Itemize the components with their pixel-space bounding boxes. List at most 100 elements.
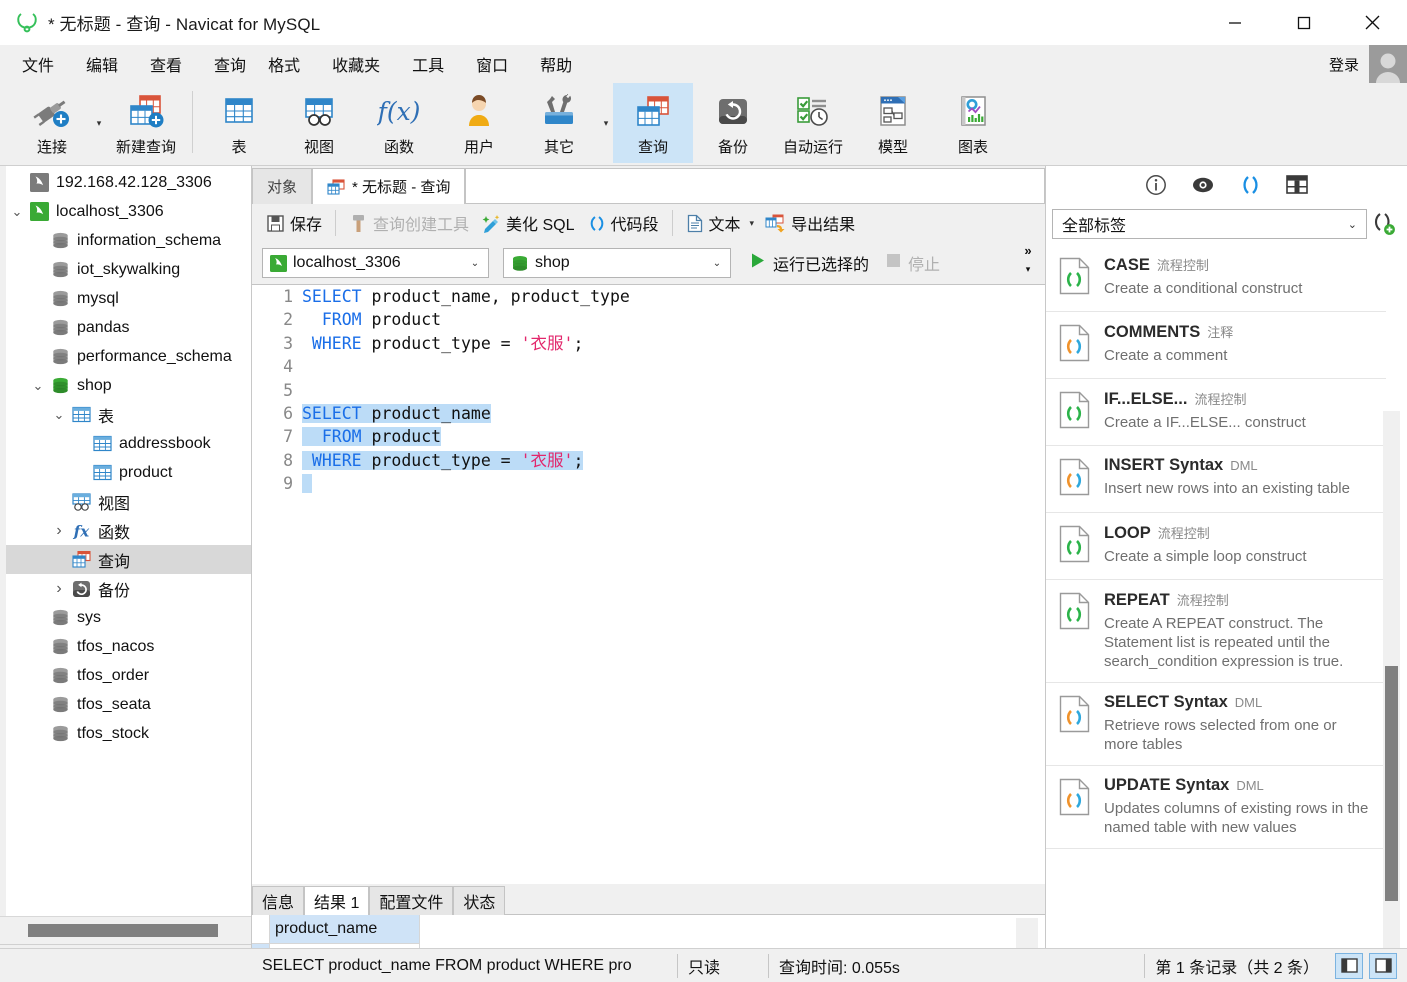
ribbon-query-button[interactable]: 查询 <box>613 83 693 163</box>
result-tab[interactable]: 配置文件 <box>369 886 454 915</box>
tree-item[interactable]: performance_schema <box>0 342 251 371</box>
ribbon-user-button[interactable]: 用户 <box>439 83 519 163</box>
right-panel-toggle-icon[interactable] <box>1369 952 1397 979</box>
sql-line[interactable]: WHERE product_type = '衣服'; <box>302 332 1045 355</box>
export-result-button[interactable]: 导出结果 <box>759 208 861 238</box>
others-dropdown-caret-icon[interactable]: ▾ <box>599 83 613 163</box>
result-tab[interactable]: 结果 1 <box>304 886 370 915</box>
ribbon-backup-button[interactable]: 备份 <box>693 83 773 163</box>
ribbon-view-button[interactable]: 视图 <box>279 83 359 163</box>
tree-item[interactable]: mysql <box>0 284 251 313</box>
chevron-down-icon[interactable]: ⌄ <box>48 407 70 423</box>
close-icon[interactable] <box>1338 0 1407 45</box>
database-select[interactable]: shop ⌄ <box>503 248 731 278</box>
tag-filter-select[interactable]: 全部标签 ⌄ <box>1052 209 1367 239</box>
tree-item[interactable]: iot_skywalking <box>0 255 251 284</box>
sidebar-horizontal-scrollbar[interactable] <box>0 916 251 944</box>
tab-objects[interactable]: 对象 <box>252 168 313 204</box>
snippet-item[interactable]: CASE 流程控制 Create a conditional construct <box>1046 245 1386 312</box>
chevron-down-icon[interactable]: ▾ <box>1019 258 1037 280</box>
menu-item-help[interactable]: 帮助 <box>530 48 582 80</box>
sql-line[interactable]: WHERE product_type = '衣服'; <box>302 449 1045 472</box>
ribbon-automation-button[interactable]: 自动运行 <box>773 83 853 163</box>
chevron-down-icon[interactable]: ⌄ <box>27 378 49 394</box>
avatar[interactable] <box>1369 45 1407 83</box>
sql-line[interactable] <box>302 472 1045 495</box>
code-snippet-icon[interactable] <box>1237 172 1263 198</box>
connection-dropdown-caret-icon[interactable]: ▾ <box>92 83 106 163</box>
ribbon-new-query-button[interactable]: 新建查询 <box>106 83 186 163</box>
chevron-down-icon[interactable]: ⌄ <box>704 249 730 277</box>
menu-item-window[interactable]: 窗口 <box>466 48 518 80</box>
chevron-down-icon[interactable]: ⌄ <box>6 204 28 220</box>
snippet-scrollbar-thumb[interactable] <box>1385 666 1398 901</box>
column-header[interactable]: product_name <box>270 915 420 944</box>
maximize-icon[interactable] <box>1269 0 1338 45</box>
snippet-item[interactable]: COMMENTS 注释 Create a comment <box>1046 312 1386 379</box>
left-panel-toggle-icon[interactable] <box>1335 952 1363 979</box>
run-selected-button[interactable]: 运行已选择的 <box>745 248 874 278</box>
result-tab[interactable]: 信息 <box>252 886 305 915</box>
text-button[interactable]: 文本 <box>680 208 747 238</box>
beautify-sql-button[interactable]: 美化 SQL <box>475 208 580 238</box>
tree-item[interactable]: tfos_stock <box>0 719 251 748</box>
ribbon-connection-button[interactable]: 连接 <box>12 83 92 163</box>
chevron-double-right-icon[interactable]: » <box>1019 244 1037 258</box>
text-dropdown-caret-icon[interactable]: ▾ <box>750 218 755 229</box>
menu-item-favorites[interactable]: 收藏夹 <box>322 48 390 80</box>
chevron-down-icon[interactable]: ⌄ <box>1348 218 1357 231</box>
connection-select[interactable]: localhost_3306 ⌄ <box>262 248 489 278</box>
ribbon-others-button[interactable]: 其它 <box>519 83 599 163</box>
tree-item[interactable]: 查询 <box>0 545 251 574</box>
tree-item[interactable]: 视图 <box>0 487 251 516</box>
menu-item-view[interactable]: 查看 <box>140 48 192 80</box>
chevron-down-icon[interactable]: ⌄ <box>462 249 488 277</box>
snippet-item[interactable]: REPEAT 流程控制 Create A REPEAT construct. The… <box>1046 580 1386 683</box>
tree-item[interactable]: › fx 函数 <box>0 516 251 545</box>
tree-item[interactable]: ⌄ 表 <box>0 400 251 429</box>
tree-item[interactable]: tfos_nacos <box>0 632 251 661</box>
sql-code-lines[interactable]: SELECT product_name, product_type FROM p… <box>302 285 1045 496</box>
preview-eye-icon[interactable] <box>1190 172 1216 198</box>
save-button[interactable]: 保存 <box>260 208 328 238</box>
sql-line[interactable]: FROM product <box>302 308 1045 331</box>
query-builder-button[interactable]: 查询创建工具 <box>343 208 475 238</box>
sql-line[interactable]: FROM product <box>302 425 1045 448</box>
snippet-item[interactable]: INSERT Syntax DML Insert new rows into an … <box>1046 446 1386 513</box>
tree-item[interactable]: product <box>0 458 251 487</box>
toolbar-overflow[interactable]: » ▾ <box>1019 244 1037 280</box>
tree-item[interactable]: tfos_seata <box>0 690 251 719</box>
snippet-item[interactable]: IF...ELSE... 流程控制 Create a IF...ELSE... co… <box>1046 379 1386 446</box>
tree-item[interactable]: addressbook <box>0 429 251 458</box>
tree-item[interactable]: 192.168.42.128_3306 <box>0 168 251 197</box>
sql-line[interactable] <box>302 355 1045 378</box>
ribbon-chart-button[interactable]: 图表 <box>933 83 1013 163</box>
snippet-item[interactable]: UPDATE Syntax DML Updates columns of exist… <box>1046 766 1386 849</box>
info-icon[interactable] <box>1143 172 1169 198</box>
tree-item[interactable]: › 备份 <box>0 574 251 603</box>
add-snippet-icon[interactable] <box>1367 211 1401 237</box>
menu-item-tools[interactable]: 工具 <box>402 48 454 80</box>
login-label[interactable]: 登录 <box>1329 54 1359 75</box>
sql-editor[interactable]: 1 2 3 4 5 6 7 8 9 SELECT product_name, product_t… <box>252 284 1045 884</box>
ribbon-function-button[interactable]: f(x) 函数 <box>359 83 439 163</box>
snippet-item[interactable]: LOOP 流程控制 Create a simple loop construct <box>1046 513 1386 580</box>
sql-line[interactable]: SELECT product_name <box>302 402 1045 425</box>
menu-item-file[interactable]: 文件 <box>12 48 64 80</box>
snippet-list[interactable]: CASE 流程控制 Create a conditional construct CO… <box>1046 245 1386 911</box>
code-snippet-button[interactable]: 代码段 <box>581 208 665 238</box>
tab-untitled-query[interactable]: * 无标题 - 查询 <box>312 168 466 204</box>
ribbon-model-button[interactable]: 模型 <box>853 83 933 163</box>
sql-line[interactable] <box>302 379 1045 402</box>
menu-item-format[interactable]: 格式 <box>258 48 310 80</box>
chevron-right-icon[interactable]: › <box>48 580 70 598</box>
tree-item[interactable]: pandas <box>0 313 251 342</box>
sql-line[interactable]: SELECT product_name, product_type <box>302 285 1045 308</box>
snippet-item[interactable]: SELECT Syntax DML Retrieve rows selected f… <box>1046 683 1386 766</box>
tree-item[interactable]: information_schema <box>0 226 251 255</box>
structure-icon[interactable] <box>1284 172 1310 198</box>
menu-item-query[interactable]: 查询 <box>204 48 256 80</box>
ribbon-table-button[interactable]: 表 <box>199 83 279 163</box>
tree-item[interactable]: ⌄ shop <box>0 371 251 400</box>
tree-item[interactable]: sys <box>0 603 251 632</box>
